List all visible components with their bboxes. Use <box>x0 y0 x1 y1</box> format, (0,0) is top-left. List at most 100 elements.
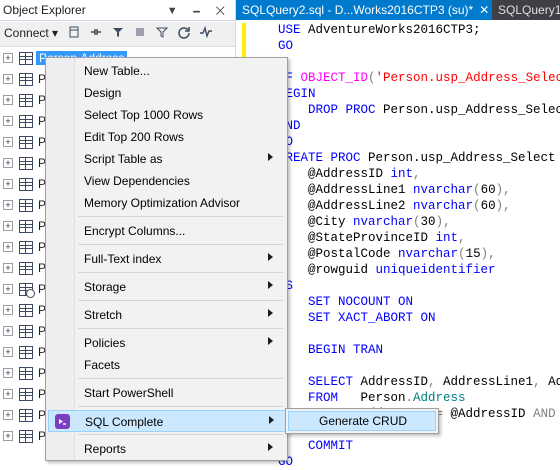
menu-item-edit-top-200-rows[interactable]: Edit Top 200 Rows <box>48 126 285 148</box>
expand-icon[interactable]: + <box>3 305 13 315</box>
code-line[interactable]: GO <box>278 38 293 54</box>
table-icon <box>19 367 33 380</box>
menu-item-label: Select Top 1000 Rows <box>84 108 204 122</box>
code-line[interactable]: IF OBJECT_ID('Person.usp_Address_Select' <box>278 70 560 86</box>
code-line[interactable]: BEGIN TRAN <box>278 342 383 358</box>
menu-item-storage[interactable]: Storage <box>48 276 285 298</box>
menu-item-full-text-index[interactable]: Full-Text index <box>48 248 285 270</box>
menu-item-memory-optimization-advisor[interactable]: Memory Optimization Advisor <box>48 192 285 214</box>
expand-icon[interactable]: + <box>3 53 13 63</box>
expand-icon[interactable]: + <box>3 200 13 210</box>
expand-icon[interactable]: + <box>3 242 13 252</box>
menu-item-view-dependencies[interactable]: View Dependencies <box>48 170 285 192</box>
expand-icon[interactable]: + <box>3 284 13 294</box>
expand-icon[interactable]: + <box>3 410 13 420</box>
code-token: ( <box>473 199 481 213</box>
code-token: ), <box>480 247 496 261</box>
expand-icon[interactable]: + <box>3 368 13 378</box>
menu-item-label: Design <box>84 86 122 100</box>
expand-icon[interactable]: + <box>3 116 13 126</box>
code-line[interactable]: CREATE PROC Person.usp_Address_Select <box>278 150 556 166</box>
panel-window-buttons[interactable]: ▼ 🗕 ✕ <box>167 2 231 21</box>
submenu-arrow-icon <box>268 253 273 261</box>
code-token: BEGIN TRAN <box>278 343 384 357</box>
stop-icon[interactable] <box>132 25 148 41</box>
menu-item-label: Encrypt Columns... <box>84 224 186 238</box>
menu-item-new-table[interactable]: New Table... <box>48 60 285 82</box>
filter-icon[interactable] <box>110 25 126 41</box>
submenu-arrow-icon <box>268 443 273 451</box>
activity-monitor-icon[interactable] <box>198 25 214 41</box>
menu-separator <box>78 244 283 245</box>
code-line[interactable]: @PostalCode nvarchar(15), <box>278 246 496 262</box>
generate-crud-label: Generate CRUD <box>319 414 408 428</box>
generate-crud-menu-item[interactable]: Generate CRUD <box>288 411 436 431</box>
code-line[interactable]: @City nvarchar(30), <box>278 214 451 230</box>
code-line[interactable]: @AddressLine1 nvarchar(60), <box>278 182 511 198</box>
code-token: SET NOCOUNT ON <box>278 295 414 309</box>
table-icon <box>19 199 33 212</box>
menu-item-label: Reports <box>84 442 127 456</box>
menu-item-encrypt-columns[interactable]: Encrypt Columns... <box>48 220 285 242</box>
expand-icon[interactable]: + <box>3 431 13 441</box>
expand-icon[interactable]: + <box>3 137 13 147</box>
menu-item-start-powershell[interactable]: Start PowerShell <box>48 382 285 404</box>
code-token: 15 <box>465 247 481 261</box>
code-line[interactable]: @StateProvinceID int, <box>278 230 466 246</box>
tab-sqlquery2[interactable]: SQLQuery2.sql - D...Works2016CTP3 (su)* ✕ <box>236 0 496 20</box>
code-line[interactable]: SELECT AddressID, AddressLine1, Addr <box>278 374 560 390</box>
expand-icon[interactable]: + <box>3 263 13 273</box>
menu-separator <box>78 272 283 273</box>
menu-item-script-table-as[interactable]: Script Table as <box>48 148 285 170</box>
menu-item-reports[interactable]: Reports <box>48 438 285 460</box>
code-line[interactable]: @AddressLine2 nvarchar(60), <box>278 198 511 214</box>
code-line[interactable]: USE AdventureWorks2016CTP3; <box>278 22 481 38</box>
table-icon <box>19 346 33 359</box>
table-icon <box>19 52 33 65</box>
code-line[interactable]: SET XACT_ABORT ON <box>278 310 436 326</box>
menu-item-label: Script Table as <box>84 152 163 166</box>
table-icon <box>19 178 33 191</box>
tab-sqlquery1[interactable]: SQLQuery1 <box>492 0 560 20</box>
submenu-arrow-icon <box>268 337 273 345</box>
expand-icon[interactable]: + <box>3 389 13 399</box>
expand-icon[interactable]: + <box>3 326 13 336</box>
connect-button[interactable]: Connect ▾ <box>4 26 58 40</box>
menu-item-sql-complete[interactable]: SQL Complete <box>48 410 287 432</box>
expand-icon[interactable]: + <box>3 179 13 189</box>
funnel-icon[interactable] <box>154 25 170 41</box>
code-token: ( <box>473 183 481 197</box>
connect-db-icon[interactable] <box>66 25 82 41</box>
expand-icon[interactable]: + <box>3 221 13 231</box>
code-line[interactable]: @AddressID int, <box>278 166 421 182</box>
menu-item-design[interactable]: Design <box>48 82 285 104</box>
code-token: Person <box>360 391 406 405</box>
code-token: ( <box>458 247 466 261</box>
close-tab-icon[interactable]: ✕ <box>479 3 489 17</box>
refresh-icon[interactable] <box>176 25 192 41</box>
disconnect-icon[interactable] <box>88 25 104 41</box>
code-token: DROP PROC <box>278 103 384 117</box>
code-line[interactable]: DROP PROC Person.usp_Address_Select <box>278 102 560 118</box>
code-line[interactable]: SET NOCOUNT ON <box>278 294 413 310</box>
table-icon <box>19 220 33 233</box>
code-line[interactable]: FROM Person.Address <box>278 390 466 406</box>
expand-icon[interactable]: + <box>3 347 13 357</box>
table-icon <box>19 304 33 317</box>
code-line[interactable]: COMMIT <box>278 438 353 454</box>
menu-item-policies[interactable]: Policies <box>48 332 285 354</box>
expand-icon[interactable]: + <box>3 74 13 84</box>
code-line[interactable]: @rowguid uniqueidentifier <box>278 262 496 278</box>
expand-icon[interactable]: + <box>3 95 13 105</box>
menu-item-label: Facets <box>84 358 121 372</box>
code-token: CREATE PROC <box>278 151 369 165</box>
menu-item-stretch[interactable]: Stretch <box>48 304 285 326</box>
code-token: int <box>435 231 459 245</box>
expand-icon[interactable]: + <box>3 158 13 168</box>
menu-item-facets[interactable]: Facets <box>48 354 285 376</box>
menu-item-select-top-1000-rows[interactable]: Select Top 1000 Rows <box>48 104 285 126</box>
code-token: @StateProvinceID <box>278 231 436 245</box>
menu-item-label: Storage <box>84 280 127 294</box>
code-token: AddressID <box>360 375 429 389</box>
code-token: @AddressID <box>278 167 391 181</box>
